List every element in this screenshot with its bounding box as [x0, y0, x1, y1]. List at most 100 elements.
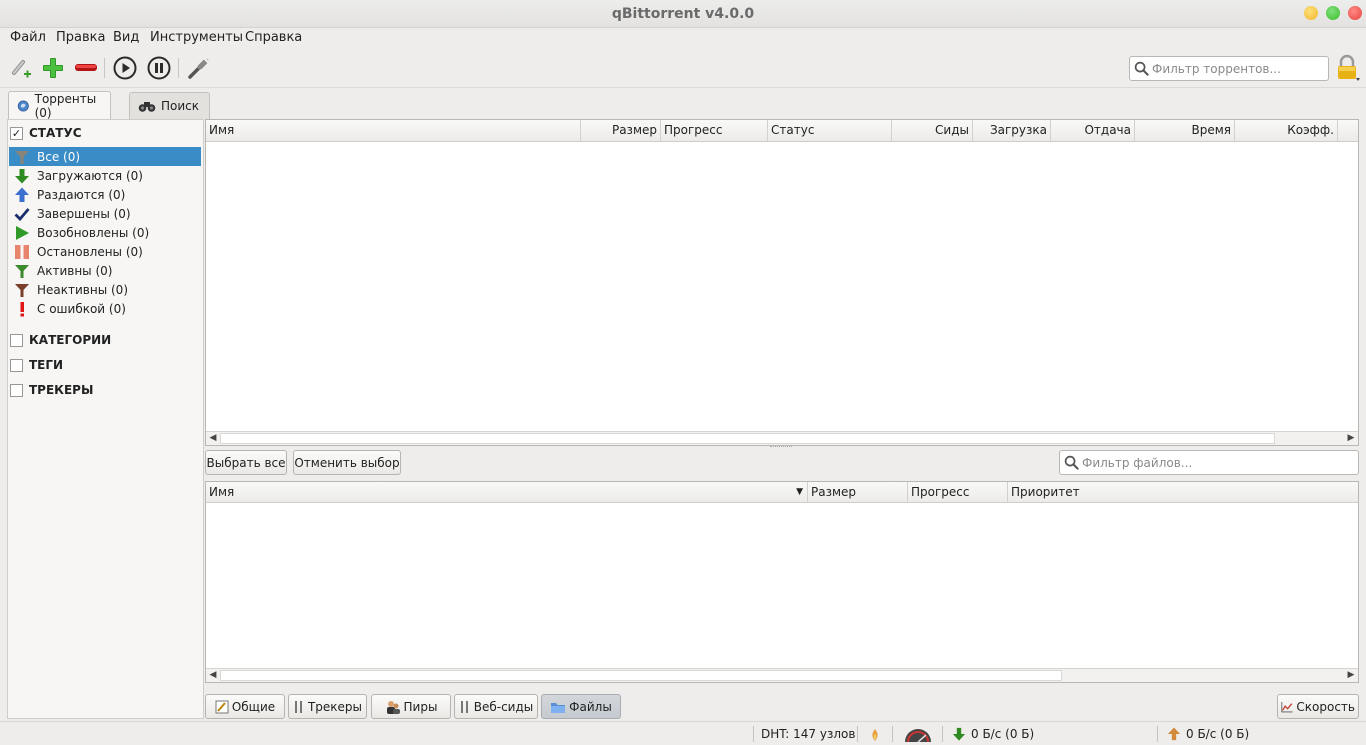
settings-button[interactable]	[186, 55, 212, 81]
scroll-right-arrow-icon[interactable]: ▶	[1344, 669, 1358, 682]
tab-files[interactable]: Файлы	[541, 694, 621, 719]
scroll-right-arrow-icon[interactable]: ▶	[1344, 432, 1358, 445]
tab-general[interactable]: Общие	[205, 694, 285, 719]
filter-item-seeding[interactable]: Раздаются (0)	[9, 185, 201, 204]
tab-torrents[interactable]: Торренты (0)	[8, 91, 111, 120]
column-upload[interactable]: Отдача	[1051, 120, 1135, 141]
column-progress[interactable]: Прогресс	[661, 120, 768, 141]
file-filter-box	[1059, 450, 1359, 475]
filter-item-resumed[interactable]: Возобновлены (0)	[9, 223, 201, 242]
add-link-button[interactable]	[8, 55, 34, 81]
peers-icon	[386, 700, 400, 714]
tab-trackers[interactable]: Трекеры	[288, 694, 367, 719]
file-column-size[interactable]: Размер	[808, 482, 908, 503]
file-filter-input[interactable]	[1082, 453, 1354, 472]
torrent-filter-input[interactable]	[1152, 59, 1324, 78]
filter-item-label: Завершены (0)	[37, 206, 131, 221]
column-size[interactable]: Размер	[581, 120, 661, 141]
column-name[interactable]: Имя	[206, 120, 581, 141]
speed-button[interactable]: Скорость	[1277, 694, 1359, 719]
status-section-checkbox[interactable]: ✓	[10, 126, 23, 140]
column-download[interactable]: Загрузка	[973, 120, 1051, 141]
add-torrent-button[interactable]	[40, 55, 66, 81]
tags-section-checkbox[interactable]	[10, 358, 23, 372]
categories-section-checkbox[interactable]	[10, 333, 23, 347]
scroll-left-arrow-icon[interactable]: ◀	[206, 669, 220, 682]
categories-section-header[interactable]: КАТЕГОРИИ	[10, 333, 111, 347]
menu-file[interactable]: Файл	[10, 30, 46, 45]
column-eta[interactable]: Время	[1135, 120, 1235, 141]
filter-item-paused[interactable]: Остановлены (0)	[9, 242, 201, 261]
filter-item-all[interactable]: Все (0)	[9, 147, 201, 166]
folder-icon	[551, 702, 566, 713]
deselect-button[interactable]: Отменить выбор	[293, 450, 401, 475]
tab-search[interactable]: Поиск	[129, 92, 211, 119]
pause-button[interactable]	[146, 55, 172, 81]
filter-item-label: Все (0)	[37, 149, 81, 164]
tab-webseeds-label: Веб-сиды	[473, 699, 534, 714]
close-button[interactable]	[1348, 6, 1362, 20]
trackers-section-title: ТРЕКЕРЫ	[29, 383, 94, 397]
download-speed[interactable]: 0 Б/с (0 Б)	[952, 727, 1034, 741]
filter-item-label: Активны (0)	[37, 263, 113, 278]
status-separator	[1157, 726, 1158, 742]
play-icon	[16, 225, 29, 240]
scroll-left-arrow-icon[interactable]: ◀	[206, 432, 220, 445]
filter-item-downloading[interactable]: Загружаются (0)	[9, 166, 201, 185]
title-bar: qBittorrent v4.0.0	[0, 0, 1366, 28]
column-ratio[interactable]: Коэфф.	[1235, 120, 1338, 141]
filter-item-completed[interactable]: Завершены (0)	[9, 204, 201, 223]
filter-item-label: Остановлены (0)	[37, 244, 143, 259]
file-column-progress[interactable]: Прогресс	[908, 482, 1008, 503]
tab-peers[interactable]: Пиры	[371, 694, 451, 719]
alt-speed-toggle[interactable]	[903, 727, 933, 743]
select-all-button[interactable]: Выбрать все	[205, 450, 287, 475]
filter-item-label: С ошибкой (0)	[37, 301, 126, 316]
trackers-icon	[294, 700, 302, 713]
status-separator	[857, 726, 858, 742]
remove-button[interactable]	[73, 55, 99, 81]
tab-files-label: Файлы	[569, 699, 612, 714]
filter-item-inactive[interactable]: Неактивны (0)	[9, 280, 201, 299]
minimize-button[interactable]	[1304, 6, 1318, 20]
speed-button-label: Скорость	[1296, 699, 1355, 714]
filter-item-errored[interactable]: С ошибкой (0)	[9, 299, 201, 318]
status-section-title: СТАТУС	[29, 126, 82, 140]
trackers-section-header[interactable]: ТРЕКЕРЫ	[10, 383, 93, 397]
search-icon	[1064, 455, 1079, 470]
scrollbar-handle[interactable]	[220, 433, 1275, 444]
tags-section-header[interactable]: ТЕГИ	[10, 358, 63, 372]
menu-tools[interactable]: Инструменты	[150, 30, 243, 45]
column-status[interactable]: Статус	[768, 120, 892, 141]
status-separator	[892, 726, 893, 742]
menu-view[interactable]: Вид	[113, 30, 139, 45]
upload-arrow-icon	[15, 187, 29, 202]
sidebar: ✓ СТАТУС Все (0) Загружаются (0) Раздают…	[7, 119, 204, 719]
maximize-button[interactable]	[1326, 6, 1340, 20]
status-section-header[interactable]: ✓ СТАТУС	[10, 126, 82, 140]
file-column-name-label: Имя	[209, 485, 235, 499]
file-column-name[interactable]: Имя ▼	[206, 482, 808, 503]
menu-help[interactable]: Справка	[245, 30, 302, 45]
file-list[interactable]: Имя ▼ Размер Прогресс Приоритет ◀ ▶	[205, 481, 1359, 683]
menu-edit[interactable]: Правка	[56, 30, 105, 45]
column-seeds[interactable]: Сиды	[892, 120, 973, 141]
tab-peers-label: Пиры	[403, 699, 438, 714]
filter-item-label: Раздаются (0)	[37, 187, 126, 202]
torrent-list-scrollbar[interactable]: ◀ ▶	[206, 431, 1358, 445]
tab-trackers-label: Трекеры	[307, 699, 363, 714]
resume-button[interactable]	[112, 55, 138, 81]
upload-speed[interactable]: 0 Б/с (0 Б)	[1167, 727, 1249, 741]
torrent-list[interactable]: Имя Размер Прогресс Статус Сиды Загрузка…	[205, 119, 1359, 446]
connection-status[interactable]	[868, 727, 882, 743]
filter-item-active[interactable]: Активны (0)	[9, 261, 201, 280]
tab-webseeds[interactable]: Веб-сиды	[454, 694, 538, 719]
lock-button[interactable]	[1334, 54, 1362, 82]
file-column-priority[interactable]: Приоритет	[1008, 482, 1348, 503]
splitter-handle[interactable]	[770, 446, 792, 449]
trackers-section-checkbox[interactable]	[10, 383, 23, 397]
scrollbar-handle[interactable]	[220, 670, 1062, 681]
filter-item-label: Возобновлены (0)	[37, 225, 150, 240]
status-bar: DHT: 147 узлов 0 Б/с (0 Б) 0 Б/с (0 Б)	[0, 721, 1366, 745]
file-list-scrollbar[interactable]: ◀ ▶	[206, 668, 1358, 682]
